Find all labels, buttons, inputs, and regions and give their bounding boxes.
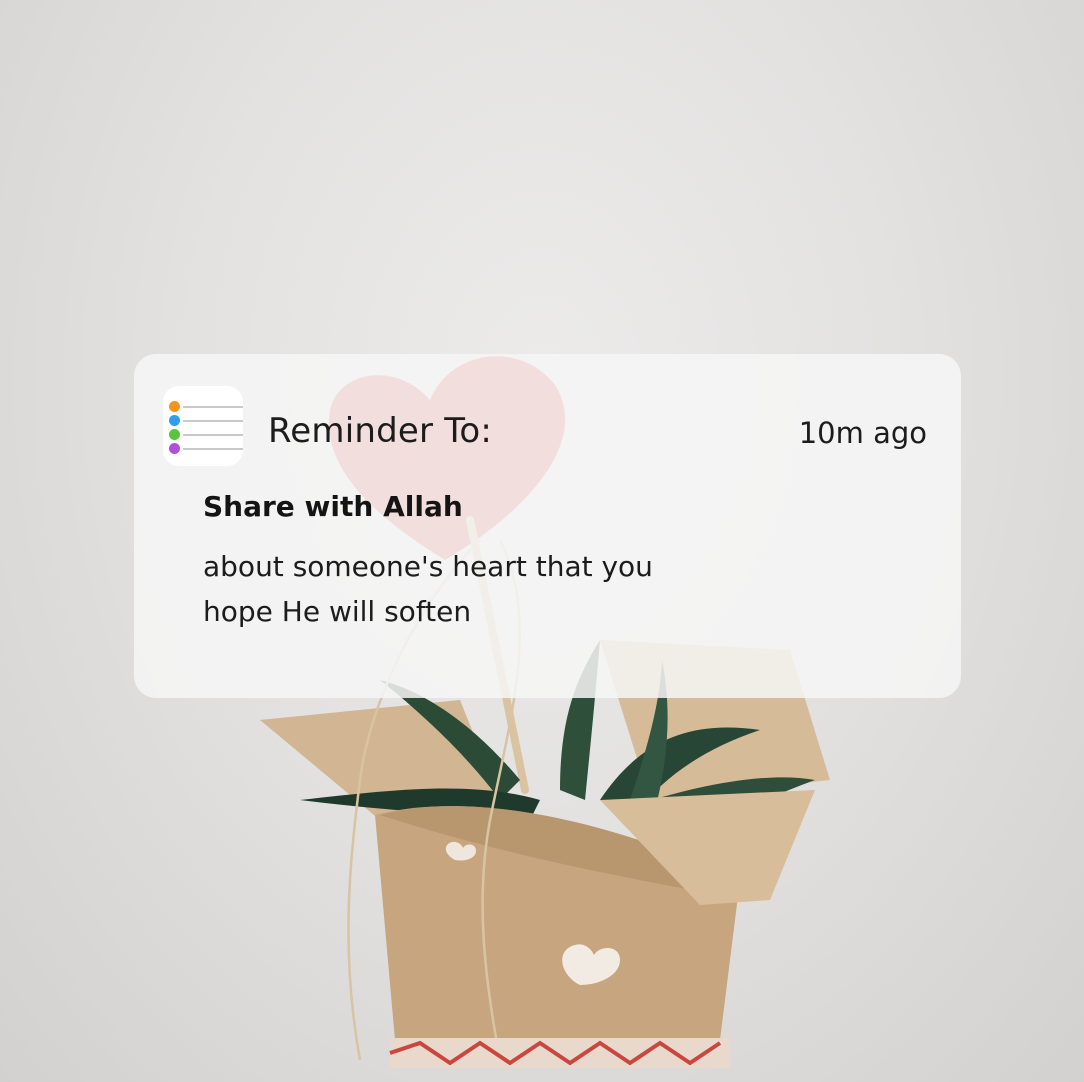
list-line bbox=[183, 434, 243, 436]
green-dot-icon bbox=[169, 429, 180, 440]
purple-dot-icon bbox=[169, 443, 180, 454]
notification-time: 10m ago bbox=[798, 416, 927, 450]
orange-dot-icon bbox=[169, 401, 180, 412]
notification-title: Reminder To: bbox=[268, 411, 493, 451]
list-line bbox=[183, 420, 243, 422]
notification-headline: Share with Allah bbox=[203, 490, 463, 523]
reminder-notification[interactable]: Reminder To: 10m ago Share with Allah ab… bbox=[134, 354, 961, 698]
reminders-app-icon bbox=[163, 386, 243, 466]
notification-body: about someone's heart that you hope He w… bbox=[203, 550, 653, 628]
list-line bbox=[183, 406, 243, 408]
list-line bbox=[183, 448, 243, 450]
blue-dot-icon bbox=[169, 415, 180, 426]
ribbon bbox=[390, 1038, 730, 1068]
